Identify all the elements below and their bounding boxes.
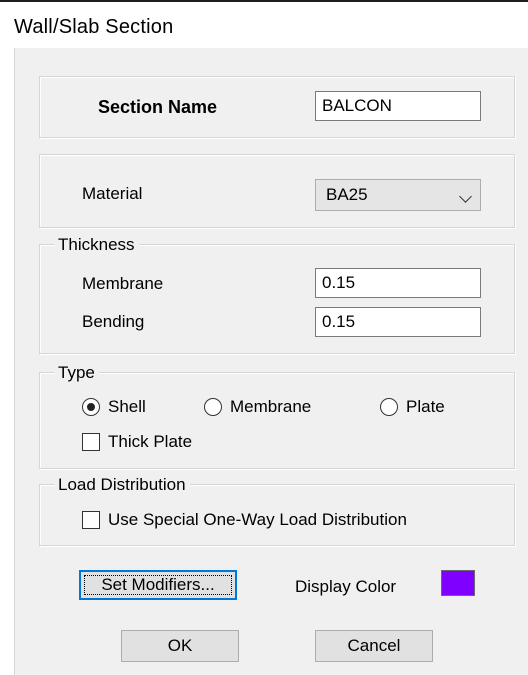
title-bar: Wall/Slab Section	[0, 2, 528, 48]
ok-button[interactable]: OK	[121, 630, 239, 662]
membrane-label: Membrane	[82, 274, 164, 293]
display-color-label: Display Color	[295, 577, 397, 596]
thick-plate-checkbox[interactable]	[82, 433, 100, 451]
type-group-title: Type	[54, 363, 99, 383]
thickness-group-title: Thickness	[54, 235, 139, 255]
set-modifiers-button[interactable]: Set Modifiers...	[79, 570, 237, 600]
shell-radio-label: Shell	[108, 397, 146, 416]
section-name-label: Section Name	[98, 97, 218, 117]
focus-ring	[84, 575, 232, 595]
chevron-down-icon	[459, 190, 472, 203]
membrane-radio-option[interactable]: Membrane	[204, 396, 354, 418]
plate-radio-option[interactable]: Plate	[380, 396, 480, 418]
window-title: Wall/Slab Section	[14, 16, 174, 38]
section-name-group: Section Name BALCON	[39, 76, 515, 138]
load-distribution-group: Load Distribution Use Special One-Way Lo…	[39, 475, 515, 546]
material-label: Material	[82, 184, 143, 203]
material-selected-value: BA25	[326, 185, 368, 204]
type-group: Type Shell Membrane Plate Thick Plate	[39, 363, 515, 469]
material-select[interactable]: BA25	[315, 179, 481, 211]
one-way-load-checkbox[interactable]	[82, 511, 100, 529]
bending-thickness-input[interactable]: 0.15	[315, 307, 481, 337]
plate-radio[interactable]	[380, 398, 398, 416]
display-color-swatch[interactable]	[441, 570, 475, 596]
membrane-radio-label: Membrane	[230, 397, 312, 416]
load-distribution-group-title: Load Distribution	[54, 475, 190, 495]
thick-plate-label: Thick Plate	[108, 432, 193, 451]
one-way-load-option[interactable]: Use Special One-Way Load Distribution	[82, 509, 502, 531]
material-group: Material BA25	[39, 154, 515, 228]
shell-radio[interactable]	[82, 398, 100, 416]
membrane-thickness-input[interactable]: 0.15	[315, 268, 481, 298]
dialog-body: Section Name BALCON Material BA25 Thickn…	[14, 48, 528, 675]
cancel-button[interactable]: Cancel	[315, 630, 433, 662]
section-name-input[interactable]: BALCON	[315, 91, 481, 121]
plate-radio-label: Plate	[406, 397, 445, 416]
membrane-radio[interactable]	[204, 398, 222, 416]
one-way-load-label: Use Special One-Way Load Distribution	[108, 510, 407, 529]
bending-label: Bending	[82, 312, 145, 331]
thick-plate-option[interactable]: Thick Plate	[82, 431, 242, 453]
shell-radio-option[interactable]: Shell	[82, 396, 182, 418]
thickness-group: Thickness Membrane 0.15 Bending 0.15	[39, 235, 515, 354]
